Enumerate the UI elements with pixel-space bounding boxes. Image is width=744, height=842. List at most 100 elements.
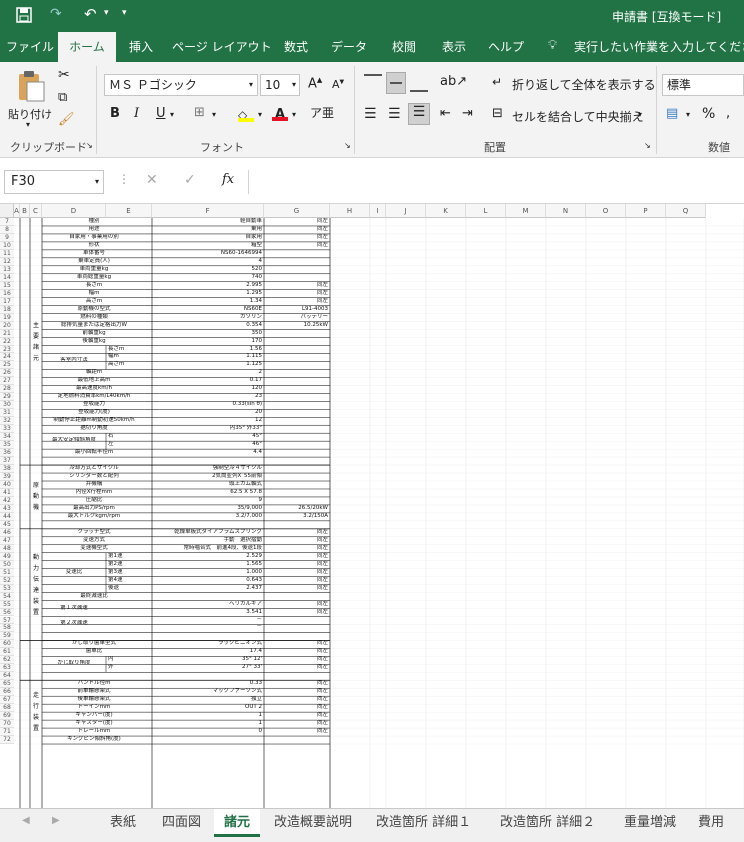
merged-label-steer_angle[interactable]: かじ取り角度 [44,660,104,668]
cell-c[interactable]: 最高出力PS/rpm [44,505,144,513]
merge-icon[interactable]: ⊟ [492,106,503,121]
cell-f[interactable]: 同左 [266,561,328,569]
cell-e[interactable]: 0.33(sin θ) [154,401,262,409]
cell-e[interactable]: 350 [154,330,263,338]
cell-e[interactable]: 頭上カム軸式 [154,481,262,489]
cell-c[interactable]: 長さm [44,282,144,290]
cell-c[interactable]: キングピン傾斜角(度) [44,736,144,744]
cell-c[interactable]: 後軸重kg [44,338,144,346]
cell-e[interactable]: 12 [154,417,262,425]
cell-e[interactable]: ガソリン [154,314,262,322]
cell-e[interactable]: 2.437 [154,585,262,593]
font-name-select[interactable]: ＭＳ Ｐゴシック ▾ [104,74,258,96]
cell-e[interactable]: 強制空冷４サイクル [154,465,262,473]
align-right-icon[interactable]: ☰ [408,103,430,125]
save-icon[interactable] [16,7,32,23]
cell-e[interactable]: 35° 12' [154,656,262,664]
tab-page-layout[interactable]: ページ レイアウト [172,32,272,62]
cell-e[interactable]: － [154,624,262,632]
align-center-icon[interactable]: ☰ [388,106,401,122]
cell-d[interactable]: 第4速 [108,577,148,585]
cell-d[interactable]: 内 [108,656,148,664]
cell-f[interactable]: 同左 [266,680,328,688]
border-dropdown-icon[interactable]: ▾ [212,110,216,119]
cell-f[interactable]: 同左 [266,601,328,609]
cell-f[interactable]: 同左 [266,648,328,656]
cell-e[interactable]: 520 [154,266,263,274]
next-sheet-icon[interactable]: ▶ [52,815,60,826]
decrease-indent-icon[interactable]: ⇤ [440,106,451,121]
cell-f[interactable]: 同左 [266,226,328,234]
align-top-icon[interactable] [364,74,382,92]
merge-center-button[interactable]: セルを結合して中央揃え [512,108,644,125]
cell-e[interactable]: 0.33 [154,680,262,688]
cell-c[interactable]: 高さm [44,298,144,306]
cell-d[interactable]: 右 [108,433,148,441]
tab-help[interactable]: ヘルプ [484,32,528,62]
cell-e[interactable]: 0.17 [154,377,262,385]
cell-e[interactable]: ヘリカルギア [154,601,262,609]
cell-c[interactable]: 最高速度km/h [44,385,144,393]
cell-d[interactable]: 長さm [108,346,148,354]
undo-dropdown-icon[interactable]: ▾ [104,8,109,18]
cell-c[interactable]: 内径X行程mm [44,489,144,497]
sheet-tab-four-views[interactable]: 四面図 [162,809,201,837]
sheet-tab-detail-1[interactable]: 改造箇所 詳細１ [376,809,471,837]
cell-c[interactable]: 据切り角度 [44,425,144,433]
paste-icon[interactable] [16,70,46,102]
font-color-dropdown-icon[interactable]: ▾ [292,110,296,119]
cell-c[interactable]: キャスター(度) [44,720,144,728]
sheet-tab-specs[interactable]: 諸元 [214,809,261,837]
cell-e[interactable]: 0 [154,728,263,736]
cell-d[interactable]: 外 [108,664,148,672]
tell-me-search[interactable]: 実行したい作業を入力してください [574,32,744,62]
cell-c[interactable]: かじ取り歯車型式 [44,640,144,648]
cell-f[interactable]: 同左 [266,545,328,553]
cell-c[interactable]: 前軸重kg [44,330,144,338]
cell-c[interactable]: 最大トルクkgm/rpm [44,513,144,521]
cell-c[interactable]: トーインmm [44,704,144,712]
redo-icon[interactable]: ↷ [50,6,62,22]
cell-c[interactable]: 幅m [44,290,144,298]
sheet-tab-cover[interactable]: 表紙 [110,809,136,837]
cell-e[interactable]: 0.354 [154,322,262,330]
merge-dropdown-icon[interactable]: ▾ [638,110,642,119]
cell-d[interactable]: 第3速 [108,569,148,577]
cancel-icon[interactable]: ✕ [146,172,158,188]
cell-f[interactable]: 同左 [266,720,328,728]
comma-style-icon[interactable]: , [726,106,730,121]
cell-f[interactable]: 同左 [266,585,328,593]
percent-button[interactable]: % [702,106,715,122]
cell-e[interactable]: 2.529 [154,553,262,561]
cell-e[interactable]: － [154,617,262,625]
merged-label-first_reduction[interactable]: 第１次減速 [44,605,104,613]
cell-c[interactable]: 登坂能力 [44,401,144,409]
cell-d[interactable]: 幅m [108,353,148,361]
cell-c[interactable]: トレールmm [44,728,144,736]
wrap-text-icon[interactable]: ↵ [492,75,502,89]
number-format-select[interactable]: 標準 [662,74,744,96]
cell-e[interactable]: 62.5 X 57.8 [154,489,262,497]
cell-e[interactable]: 1.125 [154,361,262,369]
cell-e[interactable]: 27° 33' [154,664,262,672]
cell-d[interactable]: 第1速 [108,553,148,561]
align-bottom-icon[interactable] [410,74,428,92]
cell-c[interactable]: 種別 [44,218,144,226]
cell-e[interactable]: マックファーソン式 [154,688,262,696]
tab-formulas[interactable]: 数式 [276,32,316,62]
cell-c[interactable]: 弁機構 [44,481,144,489]
cell-e[interactable]: 自家用 [154,234,262,242]
align-left-icon[interactable]: ☰ [364,106,377,122]
cell-f[interactable]: L91-4003 [266,306,328,314]
cell-c[interactable]: 変速機型式 [44,545,144,553]
cell-f[interactable]: 同左 [266,569,328,577]
cell-f[interactable]: 同左 [266,537,328,545]
cell-e[interactable]: 乾燥単板式ダイアフラムスプリング [154,529,262,537]
alignment-launcher-icon[interactable]: ↘ [644,141,651,150]
cell-f[interactable]: 同左 [266,664,328,672]
cell-f[interactable]: 同左 [266,640,328,648]
undo-icon[interactable]: ↶ [84,5,97,23]
cell-e[interactable]: 0.643 [154,577,262,585]
cell-c[interactable]: 自家用・事業用の別 [44,234,144,242]
tab-view[interactable]: 表示 [436,32,472,62]
